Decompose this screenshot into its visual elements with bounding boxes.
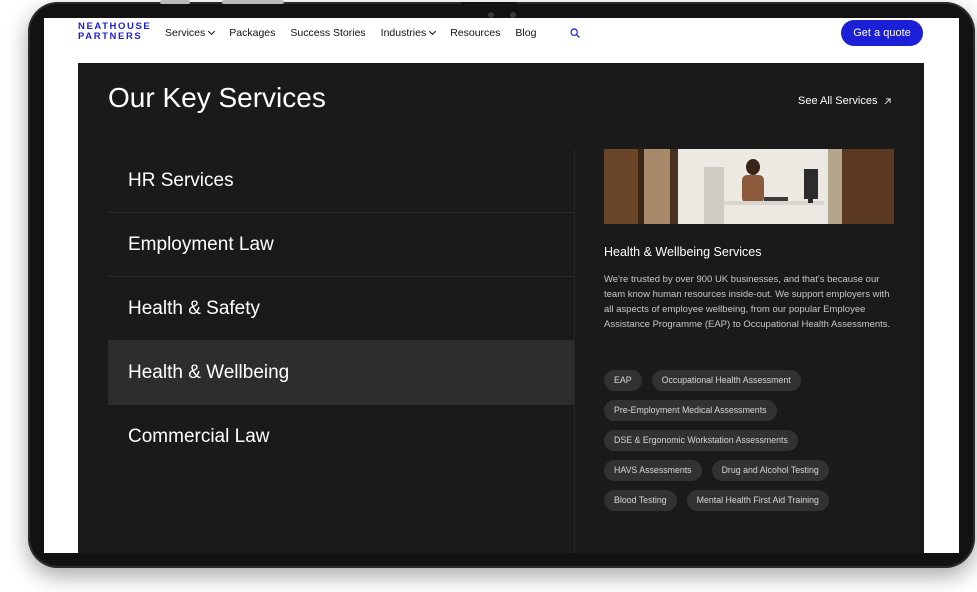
logo-line-2: PARTNERS — [78, 31, 143, 42]
tablet-frame: NEATHOUSE PARTNERS Services Packages Suc… — [28, 0, 975, 568]
nav-item-label: Services — [165, 27, 206, 39]
service-item-health-safety[interactable]: Health & Safety — [108, 277, 574, 341]
see-all-services-link[interactable]: See All Services — [798, 95, 892, 107]
nav-item-label: Industries — [380, 27, 427, 39]
detail-title: Health & Wellbeing Services — [604, 245, 762, 259]
tag-eap[interactable]: EAP — [604, 370, 642, 391]
nav-item-label: Packages — [229, 27, 276, 39]
chevron-down-icon — [429, 27, 437, 36]
nav-item-blog[interactable]: Blog — [515, 27, 536, 39]
logo[interactable]: NEATHOUSE PARTNERS — [78, 22, 151, 42]
camera-notch — [461, 2, 517, 10]
service-label: Employment Law — [128, 233, 274, 255]
nav-item-label: Resources — [450, 27, 501, 39]
tag-pre-employment[interactable]: Pre-Employment Medical Assessments — [604, 400, 777, 421]
service-photo — [604, 149, 894, 224]
service-item-commercial-law[interactable]: Commercial Law — [108, 405, 574, 469]
tablet-button — [160, 0, 190, 4]
nav-item-label: Success Stories — [290, 27, 366, 39]
top-navigation: NEATHOUSE PARTNERS Services Packages Suc… — [44, 18, 959, 63]
nav-item-industries[interactable]: Industries — [380, 27, 437, 39]
service-item-health-wellbeing[interactable]: Health & Wellbeing — [108, 341, 574, 405]
search-icon[interactable] — [570, 28, 580, 38]
service-label: Commercial Law — [128, 426, 270, 447]
nav-item-resources[interactable]: Resources — [450, 27, 500, 39]
nav-item-label: Blog — [515, 27, 537, 39]
service-label: HR Services — [128, 169, 234, 191]
woman-at-desk-image — [604, 149, 894, 224]
tag-mental-health-first-aid[interactable]: Mental Health First Aid Training — [686, 490, 829, 511]
camera-dot — [510, 12, 516, 18]
nav-menu: Services Packages Success Stories Indust… — [165, 27, 551, 39]
service-label: Health & Safety — [128, 297, 261, 319]
column-divider — [574, 149, 575, 553]
arrow-up-right-icon — [885, 97, 892, 104]
see-all-label: See All Services — [798, 95, 878, 107]
services-list: HR Services Employment Law Health & Safe… — [108, 149, 574, 469]
tag-blood-testing[interactable]: Blood Testing — [604, 490, 677, 511]
nav-item-packages[interactable]: Packages — [229, 27, 275, 39]
nav-item-success-stories[interactable]: Success Stories — [290, 27, 365, 39]
service-item-hr-services[interactable]: HR Services — [108, 149, 574, 213]
tag-drug-alcohol[interactable]: Drug and Alcohol Testing — [711, 460, 829, 481]
chevron-down-icon — [208, 27, 216, 36]
tag-occupational-health[interactable]: Occupational Health Assessment — [651, 370, 801, 391]
service-label: Health & Wellbeing — [128, 361, 290, 383]
get-a-quote-button[interactable]: Get a quote — [841, 20, 923, 46]
detail-description: We're trusted by over 900 UK businesses,… — [604, 274, 891, 330]
screen: NEATHOUSE PARTNERS Services Packages Suc… — [44, 18, 959, 553]
tag-dse-ergonomic[interactable]: DSE & Ergonomic Workstation Assessments — [604, 430, 798, 451]
tag-havs[interactable]: HAVS Assessments — [604, 460, 702, 481]
camera-dot — [488, 12, 494, 18]
tablet-button — [222, 0, 284, 4]
service-tags: EAP Occupational Health Assessment Pre-E… — [604, 370, 904, 511]
service-item-employment-law[interactable]: Employment Law — [108, 213, 574, 277]
section-title: Our Key Services — [108, 82, 326, 113]
nav-item-services[interactable]: Services — [165, 27, 216, 39]
key-services-section: Our Key Services See All Services HR Ser… — [78, 63, 924, 553]
